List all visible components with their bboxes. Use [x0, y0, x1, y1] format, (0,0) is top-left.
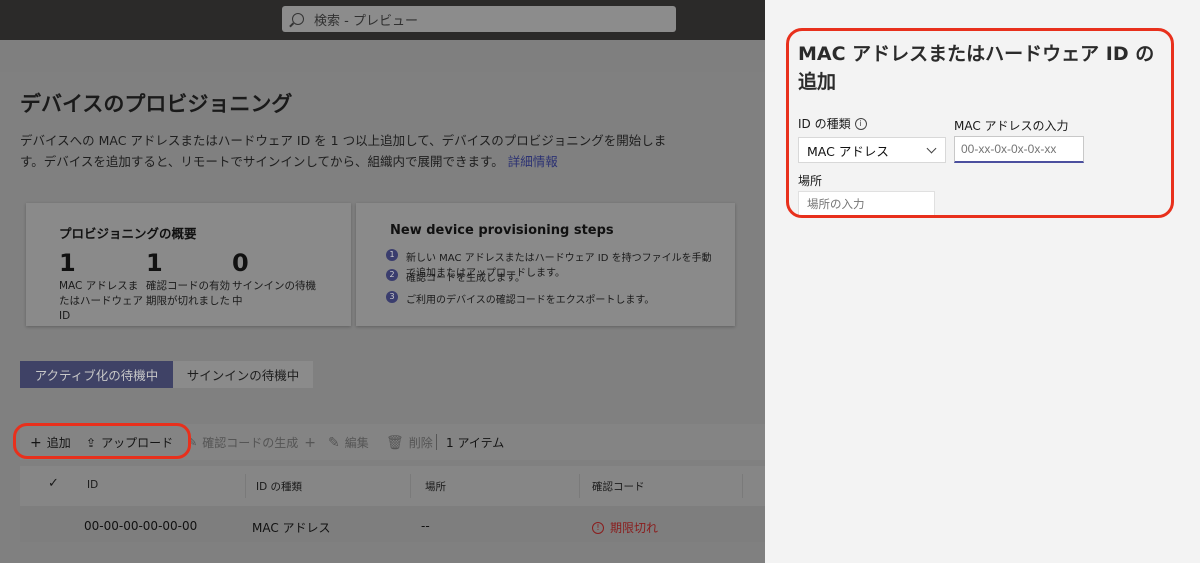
column-header-id-type[interactable]: ID の種類: [256, 479, 302, 494]
steps-title: New device provisioning steps: [390, 223, 614, 238]
generate-code-button[interactable]: ✎ 確認コードの生成 +: [188, 434, 321, 451]
toolbar-divider: [436, 434, 437, 450]
page-description: デバイスへの MAC アドレスまたはハードウェア ID を 1 つ以上追加して、…: [20, 130, 680, 172]
step-number-icon: 3: [386, 291, 398, 303]
provisioning-steps-card: New device provisioning steps 1 新しい MAC …: [356, 203, 735, 326]
search-placeholder: 検索 - プレビュー: [314, 13, 418, 29]
highlight-callout-panel: [786, 28, 1174, 218]
learn-more-link[interactable]: 詳細情報: [508, 154, 558, 169]
stat-value: 1: [59, 249, 76, 277]
tab-awaiting-signin[interactable]: サインインの待機中: [173, 361, 313, 388]
column-divider: [245, 474, 246, 498]
stat-value: 1: [146, 249, 163, 277]
tab-awaiting-activation[interactable]: アクティブ化の待機中: [20, 361, 173, 388]
step-item: 3 ご利用のデバイスの確認コードをエクスポートします。: [386, 291, 716, 306]
top-bar: 検索 - プレビュー: [0, 0, 765, 40]
step-number-icon: 1: [386, 249, 398, 261]
stat-label: サインインの待機中: [232, 280, 316, 307]
cell-id-type: MAC アドレス: [252, 521, 331, 535]
stat-value: 0: [232, 249, 249, 277]
cell-id: 00-00-00-00-00-00: [84, 519, 198, 533]
step-item: 2 確認コードを生成します。: [386, 269, 716, 284]
delete-label: 削除: [408, 436, 433, 450]
cell-code-status: ! 期限切れ: [592, 519, 658, 536]
table-row[interactable]: 00-00-00-00-00-00 MAC アドレス -- ! 期限切れ: [20, 506, 765, 542]
table-header: ✓ ID ID の種類 場所 確認コード: [20, 466, 765, 506]
edit-button[interactable]: ✎ 編集: [328, 434, 369, 451]
delete-button[interactable]: 🗑 削除: [386, 434, 433, 451]
search-box[interactable]: 検索 - プレビュー: [282, 6, 676, 32]
status-text: 期限切れ: [610, 521, 659, 535]
plus-icon: +: [304, 434, 316, 451]
step-number-icon: 2: [386, 269, 398, 281]
stat-mac-count: 1 MAC アドレスまたはハードウェア ID: [59, 249, 147, 324]
item-count: 1 アイテム: [446, 436, 505, 450]
stat-label: 確認コードの有効期限が切れました: [146, 280, 230, 307]
column-divider: [579, 474, 580, 498]
provisioning-overview-card: プロビジョニングの概要 1 MAC アドレスまたはハードウェア ID 1 確認コ…: [26, 203, 351, 326]
trash-icon: 🗑: [386, 434, 404, 451]
column-divider: [742, 474, 743, 498]
column-header-id[interactable]: ID: [87, 479, 98, 491]
generate-label: 確認コードの生成: [202, 436, 299, 450]
pencil-icon: ✎: [328, 434, 340, 451]
step-text: ご利用のデバイスの確認コードをエクスポートします。: [406, 295, 655, 306]
overview-title: プロビジョニングの概要: [59, 226, 197, 241]
edit-label: 編集: [344, 436, 369, 450]
step-text: 確認コードを生成します。: [406, 273, 525, 284]
column-header-location[interactable]: 場所: [425, 479, 446, 494]
stat-expired-count: 1 確認コードの有効期限が切れました: [146, 249, 236, 309]
stat-waiting-count: 0 サインインの待機中: [232, 249, 322, 309]
cell-location: --: [421, 519, 430, 533]
highlight-callout-toolbar: [13, 423, 191, 459]
column-header-code[interactable]: 確認コード: [592, 479, 645, 494]
column-divider: [410, 474, 411, 498]
search-icon: [292, 13, 304, 25]
warning-icon: !: [592, 521, 604, 534]
stat-label: MAC アドレスまたはハードウェア ID: [59, 280, 143, 322]
page-title: デバイスのプロビジョニング: [20, 92, 293, 116]
select-all-checkmark-icon[interactable]: ✓: [48, 476, 59, 491]
description-text: デバイスへの MAC アドレスまたはハードウェア ID を 1 つ以上追加して、…: [20, 133, 667, 169]
